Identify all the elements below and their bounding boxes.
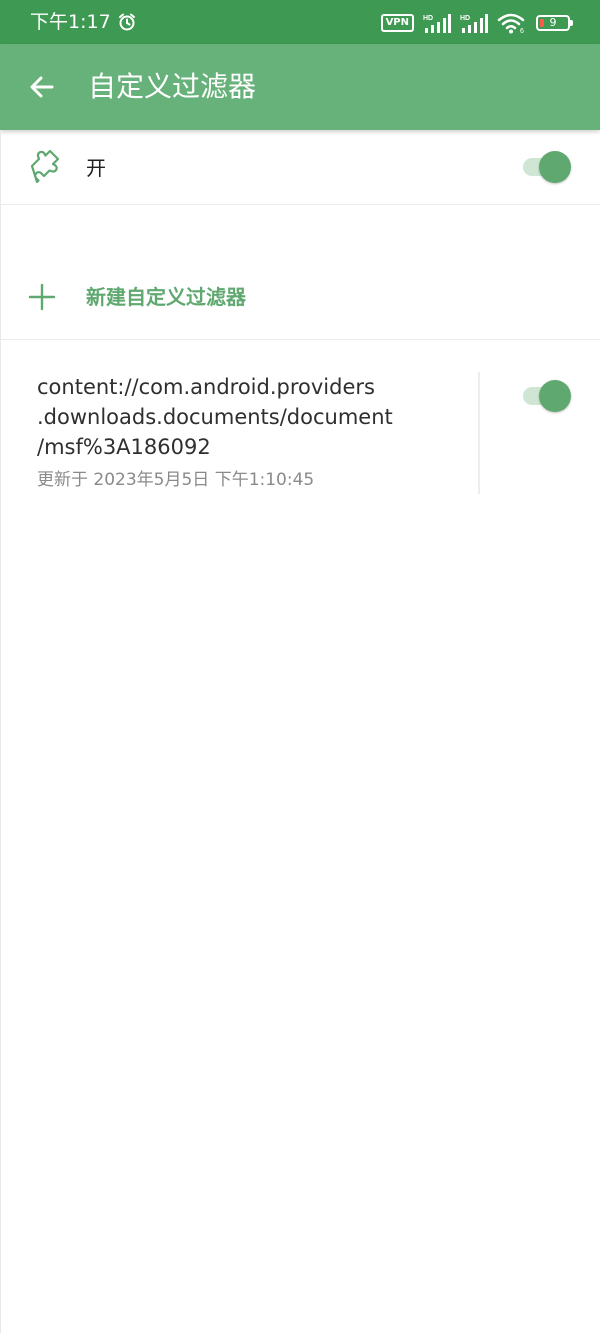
- master-switch-row[interactable]: 开: [0, 130, 600, 205]
- vpn-badge: VPN: [380, 14, 414, 32]
- arrow-back-icon: [30, 76, 54, 98]
- filter-uri: content://com.android.providers .downloa…: [37, 372, 467, 462]
- master-switch-label: 开: [86, 156, 106, 180]
- toggle-thumb: [539, 380, 571, 412]
- filter-list-item[interactable]: content://com.android.providers .downloa…: [0, 340, 600, 510]
- battery-level: 9: [549, 16, 557, 29]
- master-toggle[interactable]: [521, 149, 571, 185]
- back-button[interactable]: [24, 69, 60, 105]
- filter-uri-line: /msf%3A186092: [37, 435, 211, 459]
- status-time: 下午1:17: [30, 11, 111, 33]
- new-filter-label: 新建自定义过滤器: [86, 285, 246, 309]
- hd-label-2: HD: [460, 15, 470, 22]
- alarm-icon: [118, 13, 135, 31]
- status-icons: VPN HD HD 6 9: [372, 12, 573, 34]
- toggle-thumb: [539, 151, 571, 183]
- signal-icon-2: HD: [460, 14, 488, 33]
- wifi-badge: 6: [520, 28, 524, 34]
- puzzle-icon: [30, 149, 60, 183]
- battery-icon: 9: [536, 15, 573, 31]
- window-edge: [0, 130, 1, 1333]
- hd-label-1: HD: [423, 15, 433, 22]
- filter-toggle[interactable]: [521, 378, 571, 414]
- plus-icon: [28, 283, 56, 311]
- status-bar: 下午1:17 VPN HD HD 6 9: [0, 0, 600, 44]
- new-filter-button[interactable]: 新建自定义过滤器: [0, 255, 600, 340]
- signal-icon-1: HD: [423, 14, 451, 33]
- page-title: 自定义过滤器: [88, 70, 257, 103]
- filter-updated-time: 更新于 2023年5月5日 下午1:10:45: [37, 470, 315, 490]
- battery-fill: [540, 19, 544, 27]
- wifi-icon: 6: [497, 13, 525, 34]
- item-divider: [478, 372, 480, 494]
- filter-uri-line: .downloads.documents/document: [37, 405, 393, 429]
- status-time-group: 下午1:17: [30, 10, 137, 34]
- filter-uri-line: content://com.android.providers: [37, 375, 375, 399]
- app-bar: 自定义过滤器: [0, 44, 600, 130]
